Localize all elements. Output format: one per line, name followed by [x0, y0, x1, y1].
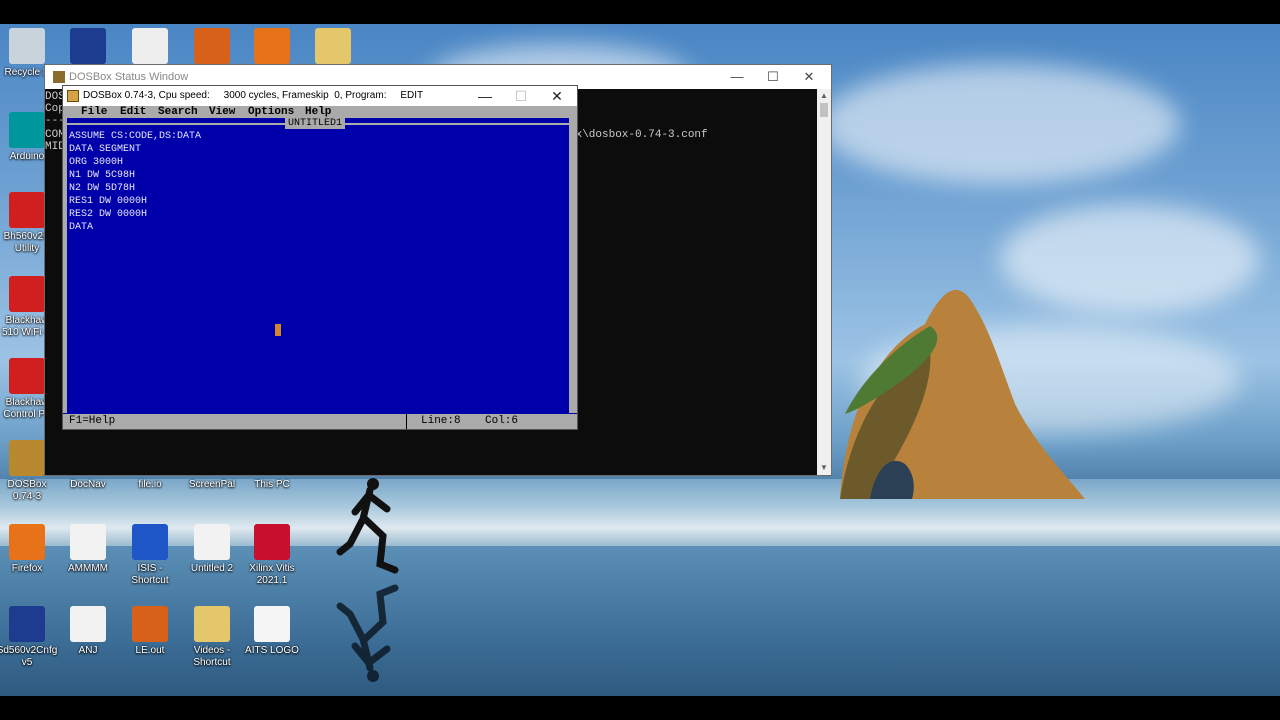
desktop-icon[interactable]: Untitled 2: [181, 524, 243, 575]
document-icon: [132, 28, 168, 64]
editor-frame-left: [63, 118, 67, 413]
mouse-cursor: [275, 324, 281, 336]
desktop-icon-label: ISIS - Shortcut: [131, 563, 169, 586]
config-path-text: ox\dosbox-0.74-3.conf: [569, 129, 708, 141]
blackhawk-control-icon: [9, 358, 45, 394]
matlab-icon: [194, 28, 230, 64]
desktop-icon[interactable]: [302, 28, 364, 67]
firefox-icon: [9, 524, 45, 560]
dosbox-window-title: DOSBox 0.74-3, Cpu speed: 3000 cycles, F…: [83, 90, 424, 101]
desktop-icon-label: Videos - Shortcut: [193, 645, 231, 668]
code-line[interactable]: ASSUME CS:CODE,DS:DATA: [69, 130, 201, 143]
desktop-icon-label: Xilinx Vitis 2021.1: [249, 563, 295, 586]
folder-user-icon: [315, 28, 351, 64]
firefox-icon: [254, 28, 290, 64]
minimize-button[interactable]: —: [719, 65, 755, 89]
status-window-scrollbar[interactable]: ▲ ▼: [817, 89, 831, 475]
sd-config-icon: [9, 606, 45, 642]
isis-icon: [132, 524, 168, 560]
asm-file-icon: [70, 606, 106, 642]
menu-edit[interactable]: Edit: [120, 106, 146, 118]
code-line[interactable]: N2 DW 5D78H: [69, 182, 135, 195]
edit-screen[interactable]: File Edit Search View Options Help UNTIT…: [63, 106, 577, 429]
runner-silhouette: [336, 478, 399, 574]
xilinx-icon: [254, 524, 290, 560]
code-line[interactable]: DATA SEGMENT: [69, 143, 141, 156]
bh560-utility-icon: [9, 192, 45, 228]
desktop-icon-label: file.io: [138, 479, 162, 490]
dosbox-icon: [53, 71, 65, 83]
maximize-button[interactable]: ☐: [755, 65, 791, 89]
desktop-icon[interactable]: Sd560v2Cnfg v5: [0, 606, 58, 669]
desktop-icon[interactable]: [241, 28, 303, 67]
aits-logo-icon: [254, 606, 290, 642]
asm-file-icon: [194, 524, 230, 560]
desktop-icon[interactable]: ISIS - Shortcut: [119, 524, 181, 587]
menu-help[interactable]: Help: [305, 106, 331, 118]
line-indicator: Line:8: [421, 415, 461, 427]
desktop-icon-label: LE.out: [135, 645, 165, 656]
dosbox-icon: [67, 90, 79, 102]
desktop-icon[interactable]: Xilinx Vitis 2021.1: [241, 524, 303, 587]
desktop-icon[interactable]: LE.out: [119, 606, 181, 657]
desktop-icon[interactable]: [57, 28, 119, 67]
maximize-button: ☐: [514, 88, 528, 104]
desktop-icon-label: AITS LOGO: [245, 645, 299, 656]
editor-scrollbar[interactable]: [569, 118, 577, 413]
close-button[interactable]: ✕: [791, 65, 827, 89]
matlab-icon: [132, 606, 168, 642]
desktop-icon-label: This PC: [254, 479, 290, 490]
document-title: UNTITLED1: [285, 118, 346, 129]
menu-search[interactable]: Search: [158, 106, 198, 118]
recycle-bin-icon: [9, 28, 45, 64]
scrollbar-thumb[interactable]: [820, 103, 828, 117]
code-line[interactable]: RES1 DW 0000H: [69, 195, 147, 208]
code-line[interactable]: ORG 3000H: [69, 156, 123, 169]
scroll-down-icon[interactable]: ▼: [817, 461, 831, 475]
desktop-icon[interactable]: AMMMM: [57, 524, 119, 575]
dosbox-titlebar[interactable]: DOSBox 0.74-3, Cpu speed: 3000 cycles, F…: [63, 86, 577, 106]
desktop-icon[interactable]: ANJ: [57, 606, 119, 657]
help-hint: F1=Help: [69, 415, 116, 427]
desktop-icon[interactable]: [119, 28, 181, 67]
desktop-icon-label: Sd560v2Cnfg v5: [0, 645, 58, 668]
desktop-icon[interactable]: Firefox: [0, 524, 58, 575]
dosbox-icon: [9, 440, 45, 476]
desktop-icon-label: Firefox: [11, 563, 43, 574]
desktop-icon-label: Untitled 2: [190, 563, 234, 574]
menu-file[interactable]: File: [81, 106, 107, 118]
desktop-icon-label: ScreenPal: [188, 479, 236, 490]
desktop-icon-label: DOSBox 0.74-3: [7, 479, 47, 502]
asm-file-icon: [70, 524, 106, 560]
desktop-icon[interactable]: AITS LOGO: [241, 606, 303, 657]
code-line[interactable]: DATA: [69, 221, 93, 234]
desktop-icon-label: AMMMM: [68, 563, 108, 574]
desktop-icon[interactable]: Videos - Shortcut: [181, 606, 243, 669]
code-line[interactable]: RES2 DW 0000H: [69, 208, 147, 221]
rock-arch-image: [840, 289, 1085, 499]
edit-menubar: File Edit Search View Options Help: [63, 106, 577, 118]
blackhawk-wifi-icon: [9, 276, 45, 312]
dosbox-window[interactable]: DOSBox 0.74-3, Cpu speed: 3000 cycles, F…: [62, 85, 578, 430]
runner-reflection: [336, 584, 399, 682]
desktop-icon-label: DocNav: [70, 479, 106, 490]
desktop-icon-label: ANJ: [78, 645, 98, 656]
minimize-button[interactable]: —: [467, 86, 503, 106]
column-indicator: Col:6: [485, 415, 519, 427]
code-line[interactable]: N1 DW 5C98H: [69, 169, 135, 182]
scroll-up-icon[interactable]: ▲: [817, 89, 831, 103]
arduino-icon: [9, 112, 45, 148]
close-button[interactable]: ✕: [539, 86, 575, 106]
menu-options[interactable]: Options: [248, 106, 294, 118]
videos-folder-icon: [194, 606, 230, 642]
desktop-icon[interactable]: [181, 28, 243, 67]
sd-config-icon: [70, 28, 106, 64]
menu-view[interactable]: View: [209, 106, 235, 118]
edit-statusbar: F1=Help Line:8 Col:6: [63, 414, 577, 429]
statusbar-divider: [406, 414, 407, 429]
